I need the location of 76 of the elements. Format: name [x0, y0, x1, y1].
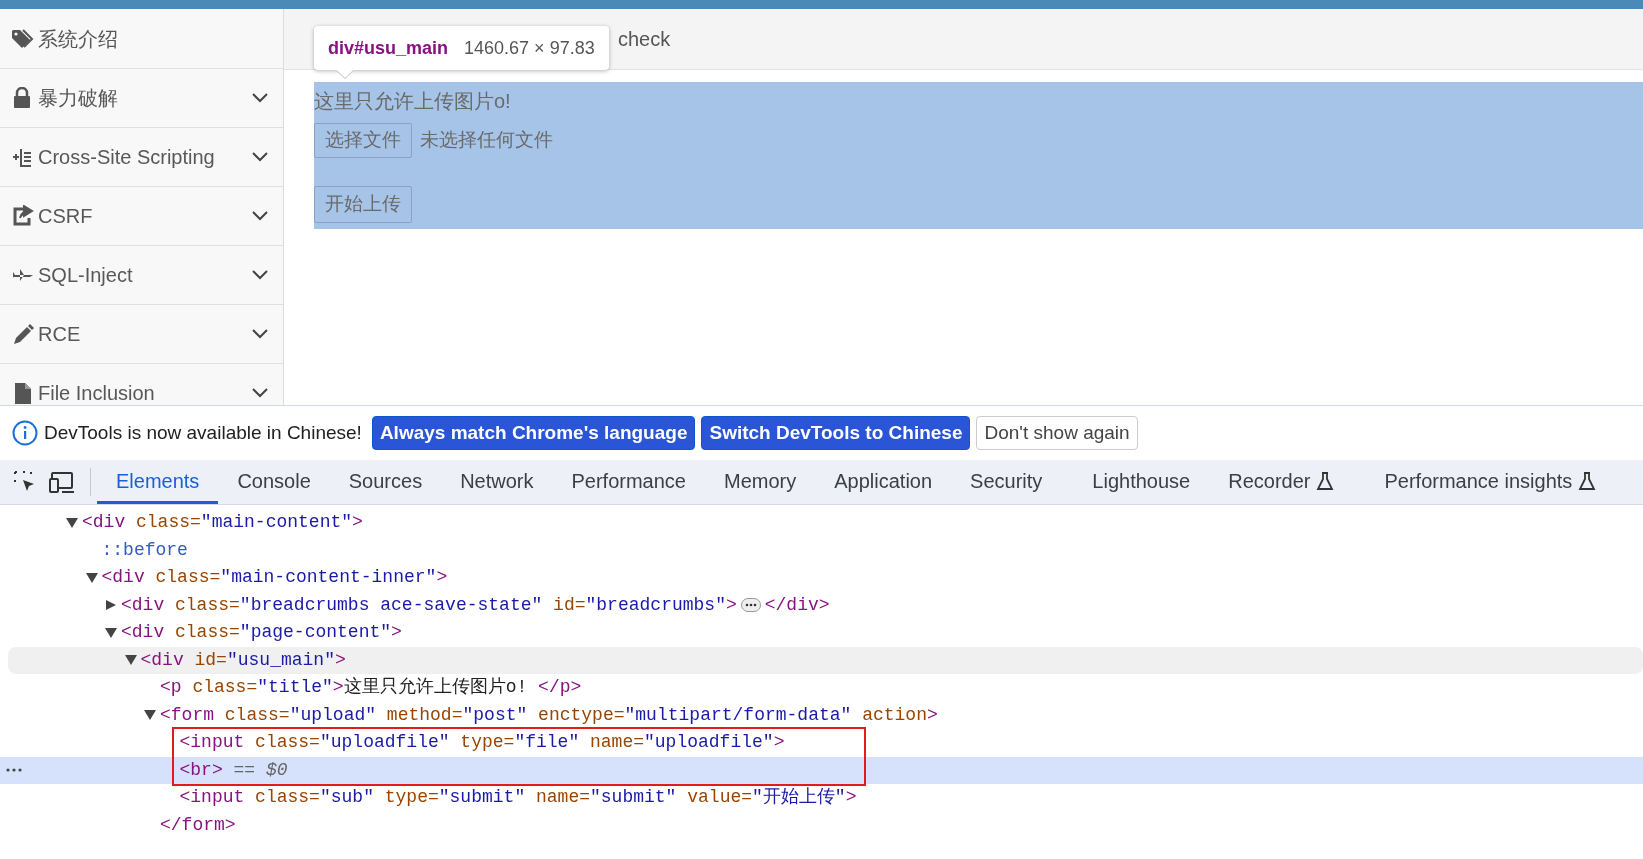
element-selector: div#usu_main — [328, 36, 449, 60]
code-line[interactable]: <div class="main-content-inner"> — [0, 564, 1643, 592]
collapsed-arrow-icon[interactable] — [105, 600, 117, 611]
code-line[interactable]: <input class="uploadfile" type="file" name="uploadfile"> — [0, 729, 1643, 757]
sidebar-item[interactable]: File Inclusion — [0, 364, 283, 405]
code-text: ::before — [101, 538, 188, 562]
code-text: <div class="main-content"> — [82, 511, 363, 535]
sidebar-item[interactable]: CSRF — [0, 187, 283, 246]
ellipsis-icon[interactable] — [740, 598, 761, 613]
code-line[interactable]: ::before — [0, 536, 1643, 564]
sidebar-item[interactable]: SQL-Inject — [0, 246, 283, 305]
dismiss-button[interactable]: Don't show again — [976, 415, 1138, 451]
code-line[interactable]: </form> — [0, 811, 1643, 839]
devtools-tab[interactable]: Lighthouse — [1073, 460, 1210, 504]
code-text: </div> — [764, 593, 830, 617]
list-icon — [10, 146, 34, 168]
code-text: <div class="breadcrumbs ace-save-state" id="breadcrumbs"> — [121, 593, 737, 617]
sidebar-label: CSRF — [38, 204, 94, 229]
element-size: 1460.67 × 97.83 — [464, 36, 595, 60]
sidebar-label: File Inclusion — [38, 381, 156, 405]
devtools-tab[interactable]: Console — [218, 460, 330, 504]
chevron-down-icon[interactable] — [251, 328, 269, 340]
language-button[interactable]: Switch DevTools to Chinese — [701, 415, 971, 451]
devtools-tab[interactable]: Application — [815, 460, 952, 504]
language-button[interactable]: Always match Chrome's language — [371, 415, 696, 451]
expanded-arrow-icon[interactable] — [105, 627, 117, 638]
sidebar-item[interactable]: Cross-Site Scripting — [0, 128, 283, 187]
devtools-tab[interactable]: Recorder — [1209, 460, 1354, 504]
sidebar-item[interactable]: 暴力破解 — [0, 69, 283, 128]
expanded-arrow-icon[interactable] — [85, 572, 98, 583]
code-line[interactable]: <div class="page-content"> — [0, 619, 1643, 647]
code-text: <form class="upload" method="post" enctype="multipart/form-data" action> — [160, 703, 938, 727]
code-line[interactable]: <p class="title">这里只允许上传图片o! </p> — [0, 674, 1643, 702]
sidebar-item[interactable]: 系统介绍 — [0, 9, 283, 69]
code-line[interactable]: <form class="upload" method="post" enctype="multipart/form-data" action> — [0, 701, 1643, 729]
devtools-tab[interactable]: Performance — [552, 460, 705, 504]
code-text: <input class="sub" type="submit" name="submit" value="开始上传"> — [179, 786, 857, 810]
info-icon — [12, 420, 38, 446]
code-line[interactable]: <div class="main-content"> — [0, 509, 1643, 537]
code-text: <div class="page-content"> — [121, 621, 402, 645]
sidebar-label: 系统介绍 — [38, 26, 119, 52]
devtools-tab[interactable]: Network — [441, 460, 553, 504]
code-text: <br> == $0 — [179, 758, 288, 782]
sidebar-label: RCE — [38, 322, 82, 347]
code-line[interactable]: <input class="sub" type="submit" name="submit" value="开始上传"> — [0, 784, 1643, 812]
chevron-down-icon[interactable] — [251, 210, 269, 222]
chevron-down-icon[interactable] — [251, 151, 269, 163]
code-text: <div id="usu_main"> — [140, 648, 346, 672]
code-text: </form> — [160, 813, 236, 837]
page-title: 这里只允许上传图片o! — [314, 89, 511, 114]
file-status-text: 未选择任何文件 — [420, 127, 553, 152]
expanded-arrow-icon[interactable] — [144, 710, 156, 721]
breadcrumb-text: check — [618, 27, 671, 52]
chevron-down-icon[interactable] — [251, 92, 269, 104]
chevron-down-icon[interactable] — [251, 269, 269, 281]
code-text: <div class="main-content-inner"> — [101, 566, 448, 590]
tooltip-pointer — [336, 70, 354, 79]
sidebar-label: 暴力破解 — [38, 86, 119, 111]
expanded-arrow-icon[interactable] — [124, 655, 137, 666]
code-text: <input class="uploadfile" type="file" name="uploadfile"> — [179, 731, 785, 755]
expanded-arrow-icon[interactable] — [66, 517, 78, 528]
sidebar-item[interactable]: RCE — [0, 305, 283, 364]
sidebar-label: SQL-Inject — [38, 263, 134, 288]
banner-message: DevTools is now available in Chinese! — [44, 420, 362, 445]
devtools-tab[interactable]: Security — [951, 460, 1062, 504]
chevron-down-icon[interactable] — [251, 387, 269, 399]
code-text: <p class="title">这里只允许上传图片o! </p> — [160, 676, 582, 700]
code-line[interactable]: <div id="usu_main"> — [8, 646, 1643, 674]
devtools-tab[interactable]: Elements — [97, 460, 219, 504]
devtools-tab[interactable]: Memory — [705, 460, 816, 504]
devtools-tab[interactable]: Performance insights — [1365, 460, 1616, 504]
sidebar-label: Cross-Site Scripting — [38, 145, 216, 170]
tag-icon — [10, 27, 34, 50]
more-options-icon[interactable] — [6, 767, 22, 774]
code-line[interactable]: <div class="breadcrumbs ace-save-state" id="breadcrumbs"> </div> — [0, 591, 1643, 619]
devtools-tab[interactable]: Sources — [329, 460, 442, 504]
